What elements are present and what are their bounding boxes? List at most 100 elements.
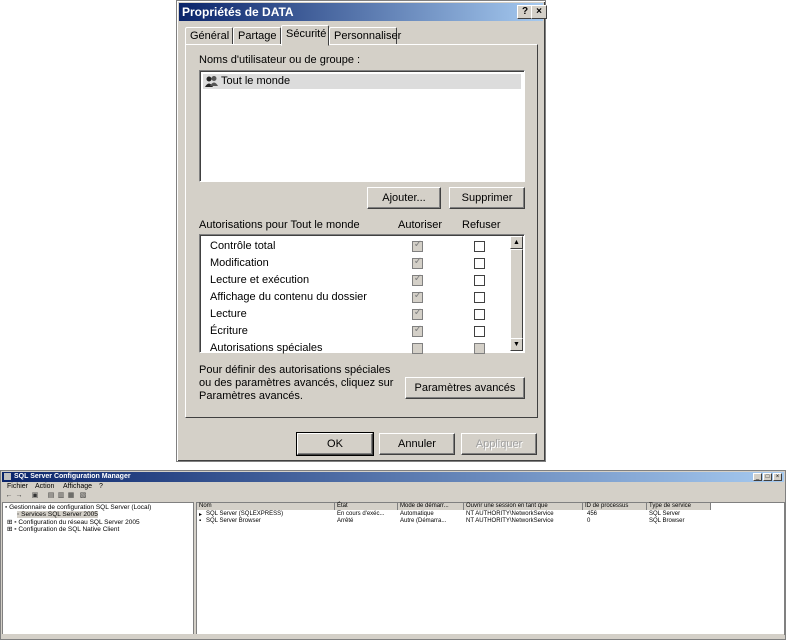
refresh-icon[interactable]: ▦ [67,492,75,500]
permission-row: Affichage du contenu du dossier ✓ [200,289,510,306]
deny-checkbox[interactable] [474,309,485,320]
column-header-pid[interactable]: ID de processus [583,503,647,510]
menu-help[interactable]: ? [99,483,103,490]
cell-start-mode: Autre (Démarra... [400,518,447,524]
column-header-logon[interactable]: Ouvrir une session en tant que [464,503,583,510]
tree-root[interactable]: ▪ Gestionnaire de configuration SQL Serv… [5,504,151,511]
cell-state: En cours d'exéc... [337,511,385,517]
config-manager-titlebar[interactable]: SQL Server Configuration Manager _ □ × [2,472,784,482]
table-row[interactable]: ▪ SQL Server Browser Arrêté Autre (Démar… [197,518,784,525]
table-row[interactable]: ▸ SQL Server (SQLEXPRESS) En cours d'exé… [197,511,784,518]
back-icon[interactable]: ← [5,492,13,500]
allow-checkbox[interactable] [412,343,423,354]
tab-partage[interactable]: Partage [233,27,281,45]
menu-action[interactable]: Action [35,483,54,490]
permission-row: Contrôle total ✓ [200,238,510,255]
permission-name: Autorisations spéciales [210,342,323,354]
cell-service-type: SQL Browser [649,518,685,524]
deny-checkbox[interactable] [474,275,485,286]
advanced-settings-button[interactable]: Paramètres avancés [405,377,525,399]
cell-logon: NT AUTHORITY\NetworkService [466,511,554,517]
allow-checkbox[interactable]: ✓ [412,239,423,252]
client-icon: ▪ [14,526,17,533]
forward-icon[interactable]: → [15,492,23,500]
users-listbox[interactable]: Tout le monde [199,70,525,182]
menu-fichier[interactable]: Fichier [7,483,28,490]
cell-service-type: SQL Server [649,511,681,517]
up-folder-icon[interactable]: ▣ [31,492,39,500]
close-icon[interactable]: × [773,473,782,481]
menu-affichage[interactable]: Affichage [63,483,92,490]
allow-header: Autoriser [398,219,443,231]
cell-logon: NT AUTHORITY\NetworkService [466,518,554,524]
tab-personnaliser[interactable]: Personnaliser [329,27,401,45]
column-header-state[interactable]: État [335,503,398,510]
status-bar [2,634,784,638]
dialog-title: Propriétés de DATA [182,5,294,19]
permission-name: Lecture et exécution [210,274,310,286]
allow-checkbox[interactable]: ✓ [412,273,423,286]
permission-row: Lecture et exécution ✓ [200,272,510,289]
allow-checkbox[interactable]: ✓ [412,324,423,337]
cell-start-mode: Automatique [400,511,434,517]
permission-row: Autorisations spéciales [200,340,510,357]
tab-securite[interactable]: Sécurité [281,25,329,46]
permission-name: Lecture [210,308,247,320]
maximize-icon[interactable]: □ [763,473,772,481]
services-list: Nom État Mode de démarr... Ouvrir une se… [196,502,785,635]
tree-item-native-client[interactable]: ⊞ ▪ Configuration de SQL Native Client [7,525,119,533]
permission-name: Affichage du contenu du dossier [210,291,367,303]
column-header-start-mode[interactable]: Mode de démarr... [398,503,464,510]
service-icon: ▸ [199,512,203,518]
cell-name: SQL Server Browser [206,518,261,524]
permissions-scrollbar[interactable]: ▲ ▼ [510,236,523,351]
scroll-up-icon[interactable]: ▲ [510,236,523,249]
console-tree: ▪ Gestionnaire de configuration SQL Serv… [2,502,194,635]
deny-checkbox[interactable] [474,326,485,337]
properties-icon[interactable]: ▧ [79,492,87,500]
user-row-tout-le-monde[interactable]: Tout le monde [203,74,521,89]
tab-general[interactable]: Général [185,27,233,45]
ok-button[interactable]: OK [296,432,374,456]
user-name: Tout le monde [221,75,291,87]
server-icon: ▪ [5,504,8,511]
permission-name: Écriture [210,325,248,337]
toolbar: ← → ▣ ▤ ▥ ▦ ▧ [5,492,95,501]
advanced-help-text-3: Paramètres avancés. [199,390,303,402]
deny-checkbox[interactable] [474,292,485,303]
allow-checkbox[interactable]: ✓ [412,290,423,303]
add-button[interactable]: Ajouter... [367,187,441,209]
services-icon: ▫ [17,511,20,518]
show-tree-icon[interactable]: ▤ [47,492,55,500]
tree-root-label: Gestionnaire de configuration SQL Server… [9,504,152,511]
config-manager-title: SQL Server Configuration Manager [14,473,131,480]
permission-row: Écriture ✓ [200,323,510,340]
export-icon[interactable]: ▥ [57,492,65,500]
deny-checkbox[interactable] [474,241,485,252]
close-button[interactable]: × [531,5,547,19]
cancel-button[interactable]: Annuler [379,433,455,455]
properties-dialog: Propriétés de DATA ? × Général Partage S… [176,0,547,462]
column-header-name[interactable]: Nom [197,503,335,510]
allow-checkbox[interactable]: ✓ [412,256,423,269]
apply-button[interactable]: Appliquer [461,433,537,455]
remove-button[interactable]: Supprimer [449,187,525,209]
allow-checkbox[interactable]: ✓ [412,307,423,320]
permission-name: Modification [210,257,269,269]
cell-name: SQL Server (SQLEXPRESS) [206,511,284,517]
scroll-thumb[interactable] [510,249,523,339]
minimize-icon[interactable]: _ [753,473,762,481]
advanced-help-text-1: Pour définir des autorisations spéciales [199,364,391,376]
service-icon: ▪ [199,518,202,524]
column-header-service-type[interactable]: Type de service [647,503,711,510]
app-icon [4,473,11,480]
permission-row: Lecture ✓ [200,306,510,323]
expand-icon: ⊞ [7,526,13,533]
dialog-titlebar[interactable]: Propriétés de DATA ? × [179,3,547,21]
permissions-label: Autorisations pour Tout le monde [199,219,360,231]
scroll-down-icon[interactable]: ▼ [510,338,523,351]
tree-item-services[interactable]: ▫ Services SQL Server 2005 [17,511,98,518]
deny-checkbox[interactable] [474,343,485,354]
deny-checkbox[interactable] [474,258,485,269]
cell-state: Arrêté [337,518,354,524]
